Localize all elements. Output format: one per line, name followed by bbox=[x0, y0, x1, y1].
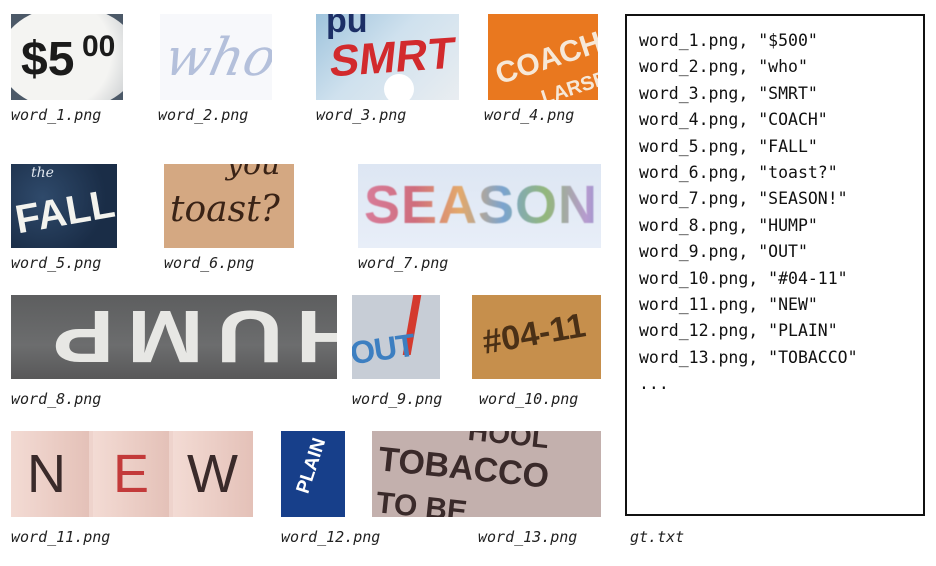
word-image-5: the FALL bbox=[11, 164, 117, 248]
word-image-text: toast? bbox=[170, 189, 280, 230]
white-blob-shape bbox=[384, 74, 414, 100]
ground-truth-caption: gt.txt bbox=[630, 528, 685, 546]
word-image-caption: word_13.png bbox=[478, 528, 578, 546]
ground-truth-line: word_12.png, "PLAIN" bbox=[639, 321, 838, 341]
word-image-caption: word_3.png bbox=[316, 106, 407, 124]
word-image-12: PLAIN bbox=[281, 431, 345, 517]
word-image-11: N E W bbox=[11, 431, 253, 517]
ground-truth-line: word_13.png, "TOBACCO" bbox=[639, 347, 858, 367]
word-image-text: FALL bbox=[11, 181, 117, 243]
ground-truth-ellipsis: ... bbox=[639, 374, 669, 394]
word-image-8: HUMP bbox=[11, 295, 337, 379]
ground-truth-line: word_11.png, "NEW" bbox=[639, 295, 818, 315]
word-image-10: #04-11 bbox=[472, 295, 601, 379]
word-image-text: PLAIN bbox=[292, 435, 331, 497]
ground-truth-line: word_9.png, "OUT" bbox=[639, 242, 808, 262]
word-image-caption: word_7.png bbox=[358, 254, 449, 272]
word-image-caption: word_2.png bbox=[158, 106, 249, 124]
word-image-caption: word_12.png bbox=[281, 528, 381, 546]
ground-truth-line: word_7.png, "SEASON!" bbox=[639, 189, 848, 209]
word-image-caption: word_1.png bbox=[11, 106, 102, 124]
word-image-13: HOOL TOBACCO TO BE bbox=[372, 431, 601, 517]
word-image-text: who bbox=[160, 28, 272, 88]
word-image-caption: word_4.png bbox=[484, 106, 575, 124]
ground-truth-line: word_2.png, "who" bbox=[639, 57, 808, 77]
word-image-text: HUMP bbox=[40, 295, 337, 378]
word-image-caption: word_10.png bbox=[479, 390, 579, 408]
word-image-text-superscript: 00 bbox=[82, 30, 116, 63]
word-image-9: OUT bbox=[352, 295, 440, 379]
ground-truth-line: word_10.png, "#04-11" bbox=[639, 268, 848, 288]
ground-truth-line: word_4.png, "COACH" bbox=[639, 110, 828, 130]
word-image-letter: W bbox=[187, 444, 238, 504]
word-image-1: $5 00 bbox=[11, 14, 123, 100]
word-image-letter: E bbox=[113, 444, 150, 504]
word-image-letter: N bbox=[27, 444, 66, 504]
ground-truth-lines: word_1.png, "$500" word_2.png, "who" wor… bbox=[639, 28, 858, 398]
word-image-caption: word_8.png bbox=[11, 390, 102, 408]
word-image-caption: word_6.png bbox=[164, 254, 255, 272]
word-image-caption: word_9.png bbox=[352, 390, 443, 408]
ground-truth-line: word_8.png, "HUMP" bbox=[639, 215, 818, 235]
word-image-text: $5 bbox=[21, 33, 75, 86]
word-image-7: SEASON! bbox=[358, 164, 601, 248]
ground-truth-line: word_6.png, "toast?" bbox=[639, 163, 838, 183]
word-image-text-top: the bbox=[31, 165, 54, 181]
ground-truth-line: word_3.png, "SMRT" bbox=[639, 83, 818, 103]
ground-truth-line: word_5.png, "FALL" bbox=[639, 136, 818, 156]
word-image-3: pu SMRT bbox=[316, 14, 459, 100]
ground-truth-text-box: word_1.png, "$500" word_2.png, "who" wor… bbox=[625, 14, 925, 516]
word-image-caption: word_11.png bbox=[11, 528, 111, 546]
word-image-6: you toast? bbox=[164, 164, 294, 248]
ground-truth-line: word_1.png, "$500" bbox=[639, 31, 818, 50]
word-image-4: COACH LARSEN bbox=[488, 14, 598, 100]
word-image-text-sub: TO BE bbox=[374, 486, 469, 517]
word-image-caption: word_5.png bbox=[11, 254, 102, 272]
word-image-text: #04-11 bbox=[479, 306, 589, 362]
word-image-text-top: you bbox=[226, 164, 281, 182]
word-image-text: SEASON! bbox=[364, 178, 601, 232]
word-image-2: who bbox=[160, 14, 272, 100]
word-image-text: OUT bbox=[352, 326, 417, 372]
